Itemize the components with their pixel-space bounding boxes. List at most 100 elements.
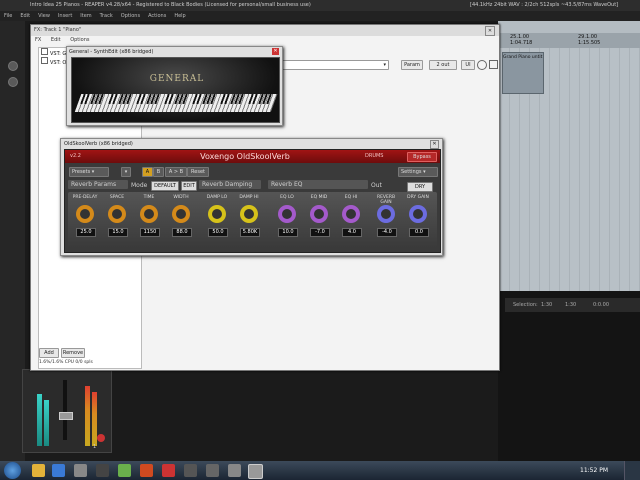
track-record-arm-button[interactable]	[8, 61, 18, 71]
menu-options[interactable]: Options	[117, 11, 144, 21]
mixer-panel: 1	[22, 369, 112, 453]
fx-menu-edit[interactable]: Edit	[47, 37, 65, 43]
space-knob[interactable]	[108, 205, 126, 223]
knob-value[interactable]: 88.0	[172, 228, 192, 237]
ab-a-button[interactable]: A	[142, 167, 153, 177]
app-icon[interactable]	[206, 464, 219, 477]
bypass-checkbox[interactable]	[489, 60, 498, 69]
ab-b-button[interactable]: B	[153, 167, 164, 177]
damp-lo-knob[interactable]	[208, 205, 226, 223]
knob-value[interactable]: 10.0	[278, 228, 298, 237]
app-icon[interactable]	[184, 464, 197, 477]
menu-item[interactable]: Item	[76, 11, 95, 21]
knob-label: TIME	[143, 195, 155, 200]
menu-file[interactable]: File	[0, 11, 16, 21]
selection-end: 1:30	[565, 302, 577, 308]
ruler-mark: 1:15.505	[578, 40, 601, 46]
knob-label: REVERB GAIN	[376, 195, 396, 205]
ui-button[interactable]: UI	[461, 60, 475, 70]
knob-value[interactable]: 15.0	[108, 228, 128, 237]
volume-fader[interactable]	[59, 412, 73, 420]
utility-icon[interactable]	[118, 464, 131, 477]
menu-edit[interactable]: Edit	[16, 11, 34, 21]
fx-menu-options[interactable]: Options	[66, 37, 93, 43]
mode-dropdown[interactable]: DEFAULT	[151, 181, 179, 191]
param-button[interactable]: Param	[401, 60, 423, 70]
menu-view[interactable]: View	[34, 11, 54, 21]
explorer-icon[interactable]	[32, 464, 45, 477]
close-icon[interactable]: ✕	[485, 26, 495, 36]
synthedit-window: General - SynthEdit (x86 bridged) ✕ GENE…	[66, 46, 283, 126]
settings-dropdown[interactable]: Settings ▾	[398, 167, 438, 177]
checkbox[interactable]	[41, 57, 48, 64]
settings-label: Settings	[401, 169, 422, 175]
firefox-icon[interactable]	[140, 464, 153, 477]
mode-edit-button[interactable]: EDIT	[181, 181, 197, 191]
app-icon[interactable]	[228, 464, 241, 477]
record-arm-button[interactable]	[97, 434, 105, 442]
bypass-button[interactable]: Bypass	[407, 152, 437, 162]
close-icon[interactable]: ✕	[430, 140, 439, 149]
knob-label: PRE-DELAY	[72, 195, 98, 200]
knob-label: DAMP HI	[239, 195, 259, 200]
start-button[interactable]	[4, 462, 21, 479]
piano-black-keys	[78, 94, 276, 104]
knob-value[interactable]: 50.0	[208, 228, 228, 237]
menu-actions[interactable]: Actions	[144, 11, 170, 21]
ab-copy-button[interactable]: A > B	[165, 167, 187, 177]
checkbox[interactable]	[41, 48, 48, 55]
record-icon[interactable]	[162, 464, 175, 477]
presets-dropdown[interactable]: Presets ▾	[69, 167, 109, 177]
media-icon[interactable]	[52, 464, 65, 477]
io-button[interactable]: 2 out	[429, 60, 457, 70]
menu-insert[interactable]: Insert	[54, 11, 76, 21]
chevron-down-icon[interactable]: ▾	[121, 167, 131, 177]
verb-panel: v2.2 Voxengo OldSkoolVerb DRUMS Bypass P…	[64, 149, 441, 253]
knob-value[interactable]: 4.0	[342, 228, 362, 237]
menu-help[interactable]: Help	[170, 11, 189, 21]
show-desktop-button[interactable]	[624, 461, 640, 480]
knob-label: WIDTH	[173, 195, 189, 200]
piano-plugin-panel[interactable]: GENERAL	[71, 57, 280, 123]
fx-menu-fx[interactable]: FX	[31, 37, 45, 43]
eq-lo-knob[interactable]	[278, 205, 296, 223]
time-knob[interactable]	[140, 205, 158, 223]
verb-version: v2.2	[70, 153, 81, 159]
chevron-down-icon: ▾	[383, 62, 386, 68]
track-monitor-button[interactable]	[8, 77, 18, 87]
timeline-ruler[interactable]: 25.1.00 1:04.718 29.1.00 1:15.505	[498, 33, 640, 49]
clock: 11:52 PM	[580, 467, 608, 474]
media-item[interactable]: Grand Piano untit	[502, 52, 544, 94]
selection-label: Selection:	[513, 302, 538, 308]
menu-track[interactable]: Track	[96, 11, 117, 21]
wet-knob-icon[interactable]	[477, 60, 487, 70]
media-item-label: Grand Piano untit	[503, 55, 543, 60]
cpu-status: 1.6%/1.6% CPU 0/0 spls	[39, 360, 93, 365]
dry-mute-button[interactable]: DRY MUTE	[407, 182, 433, 198]
reaper-task-icon[interactable]	[248, 464, 263, 479]
eq-hi-knob[interactable]	[342, 205, 360, 223]
damp-hi-knob[interactable]	[240, 205, 258, 223]
knob-value[interactable]: 5.80K	[240, 228, 260, 237]
terminal-icon[interactable]	[96, 464, 109, 477]
ruler-mark: 1:04.718	[510, 40, 533, 46]
knob-label: DRY GAIN	[407, 195, 429, 200]
knob-value[interactable]: 1150	[140, 228, 160, 237]
pre-delay-knob[interactable]	[76, 205, 94, 223]
knob-value[interactable]: -4.0	[377, 228, 397, 237]
mode-label: Mode	[131, 182, 148, 189]
knob-label: EQ MID	[310, 195, 328, 200]
remove-button[interactable]: Remove	[61, 348, 85, 358]
eq-mid-knob[interactable]	[310, 205, 328, 223]
knob-value[interactable]: -7.0	[310, 228, 330, 237]
knob-label: EQ LO	[280, 195, 294, 200]
app-icon[interactable]	[74, 464, 87, 477]
add-button[interactable]: Add	[39, 348, 59, 358]
knob-value[interactable]: 0.0	[409, 228, 429, 237]
reverb-gain-knob[interactable]	[377, 205, 395, 223]
reset-button[interactable]: Reset	[187, 167, 209, 177]
close-icon[interactable]: ✕	[272, 48, 279, 55]
width-knob[interactable]	[172, 205, 190, 223]
knob-value[interactable]: 25.0	[76, 228, 96, 237]
dry-gain-knob[interactable]	[409, 205, 427, 223]
